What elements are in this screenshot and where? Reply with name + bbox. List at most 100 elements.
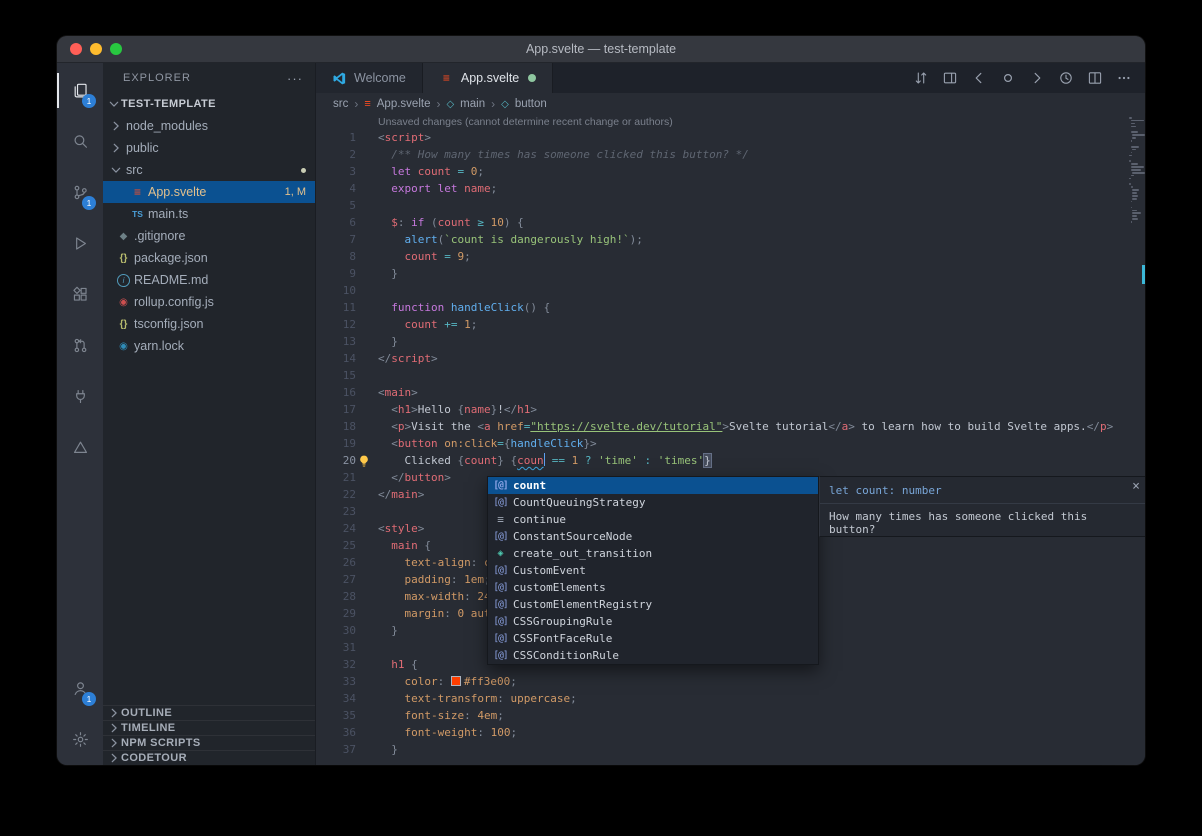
code-line-3[interactable]: 3 let count = 0; xyxy=(316,163,1145,180)
sidebar-section-timeline[interactable]: TIMELINE xyxy=(103,720,315,735)
code-line-14[interactable]: 14</script> xyxy=(316,350,1145,367)
history-button[interactable] xyxy=(1058,70,1074,86)
suggestion-customelements[interactable]: [@]customElements xyxy=(488,579,818,596)
code-line-10[interactable]: 10 xyxy=(316,282,1145,299)
code-line-8[interactable]: 8 count = 9; xyxy=(316,248,1145,265)
suggestion-create_out_transition[interactable]: ◈create_out_transition xyxy=(488,545,818,562)
open-changes-button[interactable] xyxy=(942,70,958,86)
activity-explorer[interactable]: 1 xyxy=(57,65,103,116)
code-line-34[interactable]: 34 text-transform: uppercase; xyxy=(316,690,1145,707)
file-item-readme-md[interactable]: iREADME.md xyxy=(103,269,315,291)
suggestion-cssfontfacerule[interactable]: [@]CSSFontFaceRule xyxy=(488,630,818,647)
suggestion-cssconditionrule[interactable]: [@]CSSConditionRule xyxy=(488,647,818,664)
code-line-37[interactable]: 37 } xyxy=(316,741,1145,758)
record-button[interactable] xyxy=(1000,70,1016,86)
suggestion-continue[interactable]: ≡continue xyxy=(488,511,818,528)
code-line-15[interactable]: 15 xyxy=(316,367,1145,384)
tab-app-svelte[interactable]: ≡App.svelte xyxy=(423,63,553,93)
more-button[interactable] xyxy=(1116,70,1132,86)
file-item-src[interactable]: src xyxy=(103,159,315,181)
unsaved-dot-icon[interactable] xyxy=(528,74,536,82)
line-number: 6 xyxy=(316,214,356,231)
file-item-yarn-lock[interactable]: ◉yarn.lock xyxy=(103,335,315,357)
suggestion-constantsourcenode[interactable]: [@]ConstantSourceNode xyxy=(488,528,818,545)
file-item-main-ts[interactable]: TSmain.ts xyxy=(103,203,315,225)
code-line-36[interactable]: 36 font-weight: 100; xyxy=(316,724,1145,741)
svelte-file-icon: ≡ xyxy=(364,98,370,110)
code-line-19[interactable]: 19 <button on:click={handleClick}> xyxy=(316,435,1145,452)
file-item-public[interactable]: public xyxy=(103,137,315,159)
code-line-18[interactable]: 18 <p>Visit the <a href="https://svelte.… xyxy=(316,418,1145,435)
line-number: 17 xyxy=(316,401,356,418)
split-editor-button[interactable] xyxy=(1087,70,1103,86)
git-compare-button[interactable] xyxy=(913,70,929,86)
suggestion-countqueuingstrategy[interactable]: [@]CountQueuingStrategy xyxy=(488,494,818,511)
activity-run-debug[interactable] xyxy=(57,218,103,269)
file-item-tsconfig-json[interactable]: {}tsconfig.json xyxy=(103,313,315,335)
activity-search[interactable] xyxy=(57,116,103,167)
minimize-window-button[interactable] xyxy=(90,43,102,55)
minimap[interactable] xyxy=(1127,117,1145,224)
zoom-window-button[interactable] xyxy=(110,43,122,55)
activity-azure[interactable] xyxy=(57,422,103,473)
activity-extensions[interactable] xyxy=(57,269,103,320)
code-line-4[interactable]: 4 export let name; xyxy=(316,180,1145,197)
breadcrumb-item[interactable]: main xyxy=(460,98,485,110)
sidebar-section-codetour[interactable]: CODETOUR xyxy=(103,750,315,765)
file-item-rollup-config-js[interactable]: ◉rollup.config.js xyxy=(103,291,315,313)
svelte-file-icon: ≡ xyxy=(439,71,454,85)
activity-accounts[interactable]: 1 xyxy=(57,663,103,714)
code-line-11[interactable]: 11 function handleClick() { xyxy=(316,299,1145,316)
function-symbol-icon: ◈ xyxy=(493,548,508,559)
code-line-1[interactable]: 1<script> xyxy=(316,129,1145,146)
breadcrumb-item[interactable]: src xyxy=(333,98,348,110)
code-line-12[interactable]: 12 count += 1; xyxy=(316,316,1145,333)
activity-settings[interactable] xyxy=(57,714,103,765)
code-line-17[interactable]: 17 <h1>Hello {name}!</h1> xyxy=(316,401,1145,418)
line-number: 9 xyxy=(316,265,356,282)
tab-welcome[interactable]: Welcome xyxy=(316,63,423,93)
explorer-more-actions-button[interactable]: ··· xyxy=(287,71,303,86)
suggestion-label: CSSGroupingRule xyxy=(513,615,612,628)
code-line-9[interactable]: 9 } xyxy=(316,265,1145,282)
code-line-6[interactable]: 6 $: if (count ≥ 10) { xyxy=(316,214,1145,231)
file-item-app-svelte[interactable]: ≡App.svelte1, M xyxy=(103,181,315,203)
editor[interactable]: Unsaved changes (cannot determine recent… xyxy=(316,115,1145,765)
color-swatch[interactable] xyxy=(451,676,461,686)
workspace-root-folder[interactable]: TEST-TEMPLATE xyxy=(103,93,315,115)
file-item-package-json[interactable]: {}package.json xyxy=(103,247,315,269)
suggestion-count[interactable]: [@]count xyxy=(488,477,818,494)
file-item--gitignore[interactable]: ◆.gitignore xyxy=(103,225,315,247)
sidebar-section-outline[interactable]: OUTLINE xyxy=(103,705,315,720)
navigate-forward-button[interactable] xyxy=(1029,70,1045,86)
line-number: 34 xyxy=(316,690,356,707)
minimap-line xyxy=(1132,195,1138,197)
code-line-20[interactable]: 20 Clicked {count} {coun == 1 ? 'time' :… xyxy=(316,452,1145,469)
close-window-button[interactable] xyxy=(70,43,82,55)
suggestion-customelementregistry[interactable]: [@]CustomElementRegistry xyxy=(488,596,818,613)
suggestion-customevent[interactable]: [@]CustomEvent xyxy=(488,562,818,579)
sidebar-empty-space[interactable] xyxy=(103,357,315,705)
code-line-7[interactable]: 7 alert(`count is dangerously high!`); xyxy=(316,231,1145,248)
activity-github-pull-requests[interactable] xyxy=(57,320,103,371)
close-icon[interactable]: × xyxy=(1132,480,1140,493)
suggestion-cssgroupingrule[interactable]: [@]CSSGroupingRule xyxy=(488,613,818,630)
code-line-5[interactable]: 5 xyxy=(316,197,1145,214)
code-line-33[interactable]: 33 color: #ff3e00; xyxy=(316,673,1145,690)
tabs: Welcome≡App.svelte xyxy=(316,63,553,93)
file-label: package.json xyxy=(134,251,208,265)
file-item-node-modules[interactable]: node_modules xyxy=(103,115,315,137)
breadcrumb-item[interactable]: App.svelte xyxy=(377,98,431,110)
code-line-2[interactable]: 2 /** How many times has someone clicked… xyxy=(316,146,1145,163)
code-line-16[interactable]: 16<main> xyxy=(316,384,1145,401)
activity-remote-explorer[interactable] xyxy=(57,371,103,422)
suggestion-label: CountQueuingStrategy xyxy=(513,496,645,509)
code-line-13[interactable]: 13 } xyxy=(316,333,1145,350)
code-line-35[interactable]: 35 font-size: 4em; xyxy=(316,707,1145,724)
navigate-back-button[interactable] xyxy=(971,70,987,86)
minimap-line xyxy=(1132,218,1138,220)
lightbulb-icon[interactable] xyxy=(357,453,371,467)
sidebar-section-npm-scripts[interactable]: NPM SCRIPTS xyxy=(103,735,315,750)
activity-source-control[interactable]: 1 xyxy=(57,167,103,218)
breadcrumb-item[interactable]: button xyxy=(515,98,547,110)
